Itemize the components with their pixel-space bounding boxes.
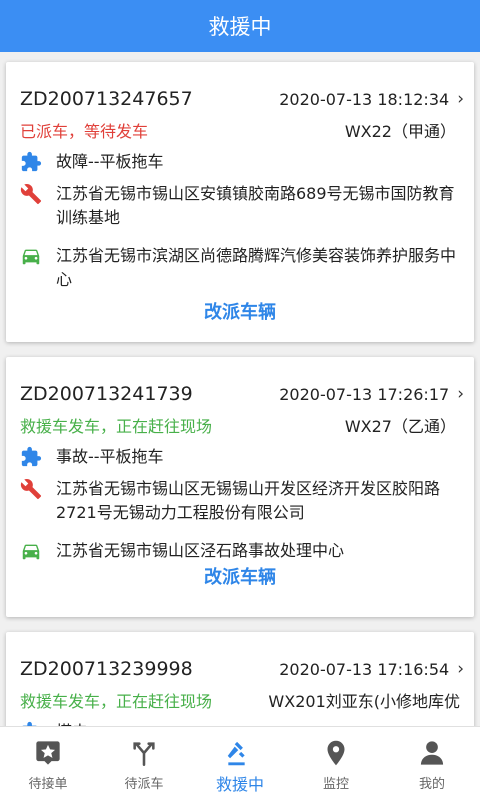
vehicle-plate: WX201刘亚东(小修地库优 [268,692,460,711]
tab-monitor[interactable]: 监控 [288,727,384,800]
tab-pending-orders[interactable]: 待接单 [0,727,96,800]
rescue-icon [227,741,245,766]
order-status: 已派车，等待发车 [20,122,149,141]
order-time: 2020-07-13 17:26:17 [279,384,450,404]
service-type-row: 故障--平板拖车 [20,150,464,174]
tab-label: 我的 [418,777,445,792]
order-card[interactable]: ZD200713247657 2020-07-13 18:12:34 › 已派车… [6,62,474,342]
dispatch-icon [133,742,155,766]
order-number: ZD200713239998 [20,658,193,680]
tab-label: 待接单 [28,777,68,792]
incident-location-row: 江苏省无锡市锡山区无锡锡山开发区经济开发区胶阳路2721号无锡动力工程股份有限公… [20,477,464,525]
reassign-vehicle-button[interactable]: 改派车辆 [6,563,474,589]
car-icon [22,249,40,265]
incident-location: 江苏省无锡市锡山区无锡锡山开发区经济开发区胶阳路2721号无锡动力工程股份有限公… [56,479,441,522]
vehicle-plate: WX27（乙通） [344,417,456,436]
order-time: 2020-07-13 17:16:54 [279,659,450,679]
order-time-link[interactable]: 2020-07-13 17:16:54 › [279,659,464,679]
app-header: 救援中 [0,0,480,52]
incident-location: 江苏省无锡市锡山区安镇镇胶南路689号无锡市国防教育训练基地 [56,184,455,227]
order-time: 2020-07-13 18:12:34 [279,89,450,109]
tab-label: 监控 [322,777,349,792]
reassign-vehicle-button[interactable]: 改派车辆 [6,298,474,324]
order-status: 救援车发车，正在赶往现场 [20,692,213,711]
order-card[interactable]: ZD200713239998 2020-07-13 17:16:54 › 救援车… [6,632,474,726]
order-time-link[interactable]: 2020-07-13 18:12:34 › [279,89,464,109]
order-number: ZD200713247657 [20,88,193,110]
location-pin-icon [327,740,345,766]
wrench-icon [20,184,42,205]
person-icon [420,741,444,765]
tab-label: 救援中 [215,775,264,794]
destination-row: 江苏省无锡市滨湖区尚德路腾辉汽修美容装饰养护服务中心 [20,244,464,292]
puzzle-icon [21,151,42,172]
wrench-icon [20,479,42,500]
vehicle-plate: WX22（甲通） [344,122,456,141]
bottom-tab-bar: 待接单 待派车 救援中 监控 我的 [0,726,480,800]
destination-row: 江苏省无锡市锡山区泾石路事故处理中心 [20,539,464,563]
tab-to-dispatch[interactable]: 待派车 [96,727,192,800]
chevron-right-icon: › [457,659,464,679]
order-card[interactable]: ZD200713241739 2020-07-13 17:26:17 › 救援车… [6,357,474,617]
order-status: 救援车发车，正在赶往现场 [20,417,213,436]
chevron-right-icon: › [457,89,464,109]
car-icon [22,544,40,560]
tab-label: 待派车 [124,777,164,792]
pending-order-icon [36,741,60,765]
service-type-row: 事故--平板拖车 [20,445,464,469]
order-time-link[interactable]: 2020-07-13 17:26:17 › [279,384,464,404]
service-type: 事故--平板拖车 [56,447,164,466]
puzzle-icon [21,446,42,467]
page-title: 救援中 [208,15,272,39]
tab-mine[interactable]: 我的 [384,727,480,800]
service-type: 故障--平板拖车 [56,152,164,171]
order-number: ZD200713241739 [20,383,193,405]
destination: 江苏省无锡市滨湖区尚德路腾辉汽修美容装饰养护服务中心 [56,246,457,289]
chevron-right-icon: › [457,384,464,404]
tab-rescuing[interactable]: 救援中 [192,727,288,800]
incident-location-row: 江苏省无锡市锡山区安镇镇胶南路689号无锡市国防教育训练基地 [20,182,464,230]
order-list[interactable]: ZD200713247657 2020-07-13 18:12:34 › 已派车… [0,52,480,726]
destination: 江苏省无锡市锡山区泾石路事故处理中心 [56,541,345,560]
